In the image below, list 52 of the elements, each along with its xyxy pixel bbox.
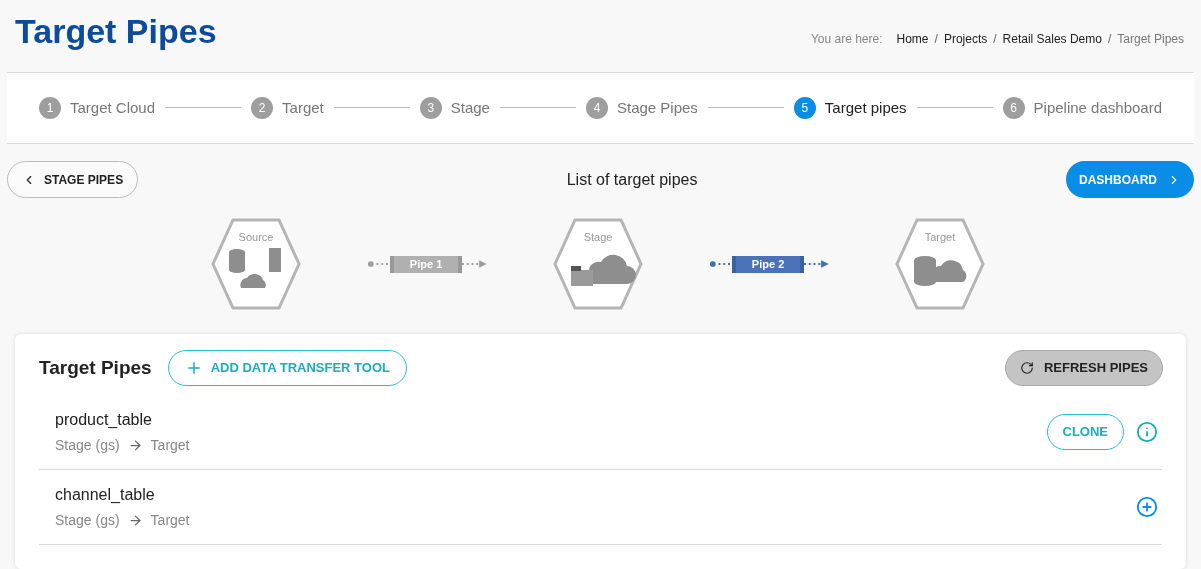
breadcrumb-link[interactable]: Home <box>896 29 929 48</box>
step[interactable]: 4 Stage Pipes <box>585 96 698 120</box>
refresh-button[interactable]: REFRESH PIPES <box>1004 350 1163 386</box>
step[interactable]: 5 Target pipes <box>793 96 907 120</box>
add-circle-icon[interactable] <box>1136 496 1158 518</box>
step-number: 5 <box>793 96 816 119</box>
step-label: Stage <box>450 97 490 118</box>
dashboard-button[interactable]: DASHBOARD <box>1066 161 1194 198</box>
pipe-target: Target <box>150 511 190 530</box>
connector-icon <box>367 260 390 268</box>
step-label: Target pipes <box>824 97 907 118</box>
step-number: 4 <box>585 96 608 119</box>
node-label: Stage <box>582 230 614 245</box>
pipe-target: Target <box>150 436 190 455</box>
back-button[interactable]: STAGE PIPES <box>7 161 139 198</box>
step-number: 3 <box>419 96 442 119</box>
step[interactable]: 1 Target Cloud <box>39 96 156 120</box>
breadcrumb-separator: / <box>993 30 997 48</box>
node-label: Target <box>923 230 957 245</box>
step-label: Target Cloud <box>70 97 156 118</box>
pipe-label: Pipe 2 <box>731 255 805 273</box>
breadcrumb-prefix: You are here: <box>810 30 883 48</box>
step[interactable]: 2 Target <box>251 96 324 120</box>
pipe-label: Pipe 1 <box>389 255 463 273</box>
arrow-right-icon <box>127 438 143 453</box>
step-number: 6 <box>1002 96 1025 119</box>
connector-icon <box>709 260 732 268</box>
step-number: 1 <box>39 96 61 119</box>
pipe-source: Stage (gs) <box>55 511 120 530</box>
step[interactable]: 3 Stage <box>419 96 490 120</box>
page-title: Target Pipes <box>15 13 217 48</box>
step-label: Pipeline dashboard <box>1033 97 1162 118</box>
refresh-icon <box>1019 361 1034 375</box>
breadcrumb-current: Target Pipes <box>1117 30 1184 48</box>
breadcrumb-separator: / <box>1107 30 1112 48</box>
step-number: 2 <box>251 96 274 119</box>
node-label: Source <box>237 230 275 245</box>
arrow-icon <box>804 259 829 269</box>
arrow-icon <box>462 259 487 269</box>
card-title: Target Pipes <box>39 355 152 380</box>
section-heading: List of target pipes <box>566 169 698 190</box>
breadcrumb-separator: / <box>934 30 938 48</box>
breadcrumb-link[interactable]: Projects <box>943 29 988 48</box>
step-label: Stage Pipes <box>616 97 698 118</box>
breadcrumb-link[interactable]: Retail Sales Demo <box>1002 29 1102 48</box>
step[interactable]: 6 Pipeline dashboard <box>1002 96 1162 120</box>
pipe-name: channel_table <box>55 485 156 505</box>
pipe-name: product_table <box>55 410 153 430</box>
step-label: Target <box>282 97 324 118</box>
pipe-source: Stage (gs) <box>55 436 120 455</box>
info-icon[interactable] <box>1136 421 1158 443</box>
arrow-right-icon <box>127 513 143 528</box>
